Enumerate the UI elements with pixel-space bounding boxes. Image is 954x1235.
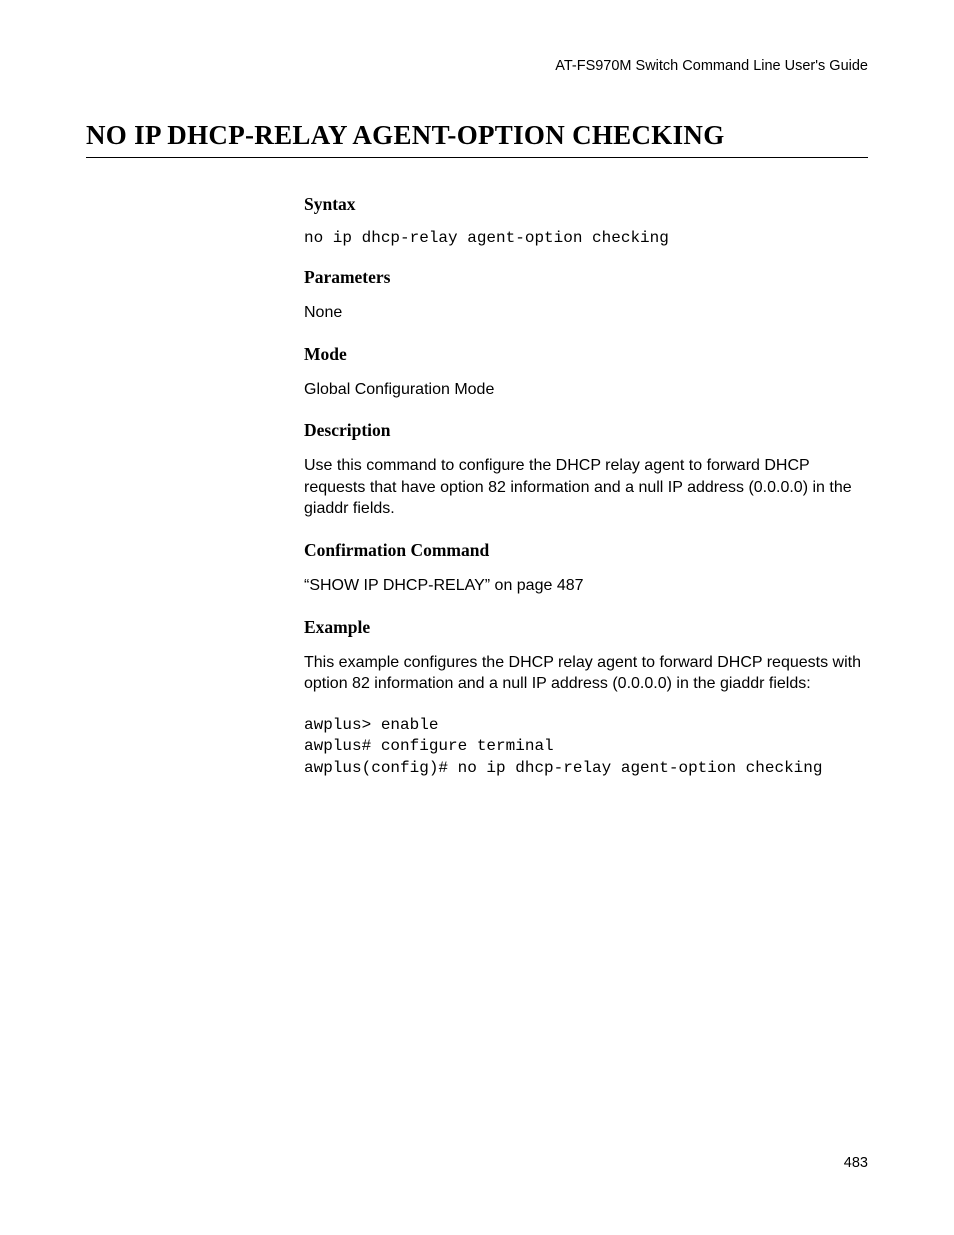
content-body: Syntax no ip dhcp-relay agent-option che… bbox=[304, 194, 868, 780]
confirmation-heading: Confirmation Command bbox=[304, 540, 868, 561]
header-guide-title: AT-FS970M Switch Command Line User's Gui… bbox=[86, 58, 868, 74]
example-code: awplus> enable awplus# configure termina… bbox=[304, 715, 868, 780]
page-title: NO IP DHCP-RELAY AGENT-OPTION CHECKING bbox=[86, 120, 868, 158]
parameters-text: None bbox=[304, 302, 868, 324]
description-text: Use this command to configure the DHCP r… bbox=[304, 455, 868, 520]
confirmation-text: “SHOW IP DHCP-RELAY” on page 487 bbox=[304, 575, 868, 597]
syntax-code: no ip dhcp-relay agent-option checking bbox=[304, 229, 868, 247]
mode-heading: Mode bbox=[304, 344, 868, 365]
document-page: AT-FS970M Switch Command Line User's Gui… bbox=[0, 0, 954, 780]
example-text: This example configures the DHCP relay a… bbox=[304, 652, 868, 695]
description-heading: Description bbox=[304, 420, 868, 441]
mode-text: Global Configuration Mode bbox=[304, 379, 868, 401]
syntax-heading: Syntax bbox=[304, 194, 868, 215]
page-number: 483 bbox=[844, 1155, 868, 1171]
parameters-heading: Parameters bbox=[304, 267, 868, 288]
example-heading: Example bbox=[304, 617, 868, 638]
